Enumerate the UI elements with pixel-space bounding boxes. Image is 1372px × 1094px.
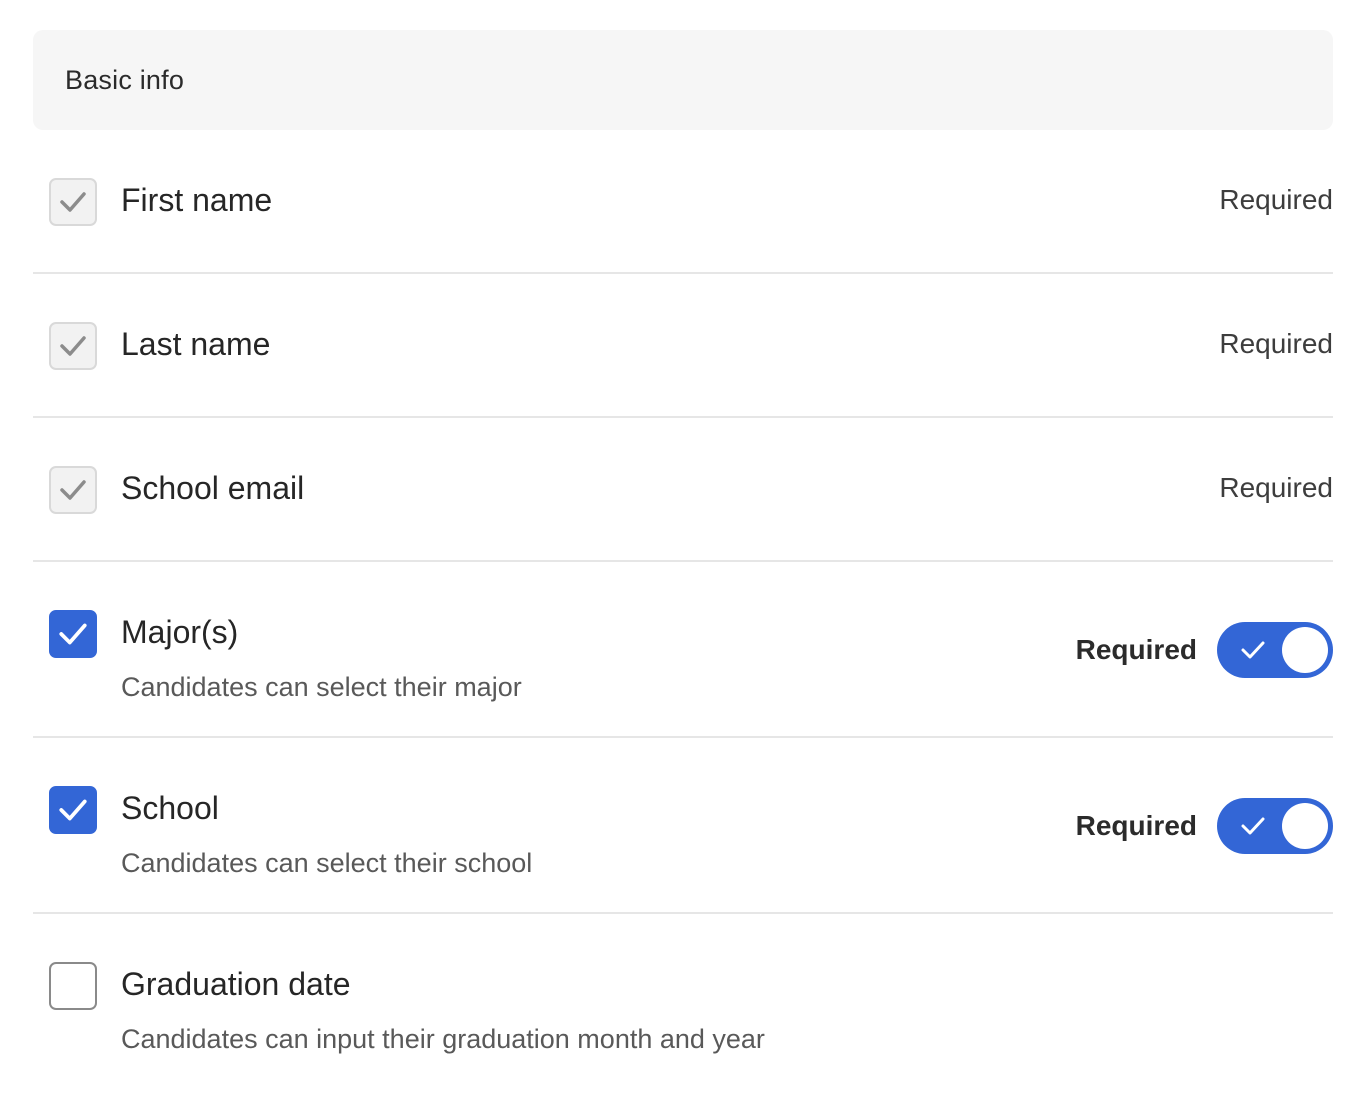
school-checkbox[interactable] <box>49 786 97 834</box>
checkmark-icon <box>60 336 86 356</box>
checkmark-icon <box>59 799 87 821</box>
required-text: Required <box>1219 472 1333 503</box>
field-row-school-email: School email Required <box>33 418 1333 562</box>
field-label: Graduation date <box>121 966 351 1002</box>
basic-info-panel: Basic info First name Required Last name… <box>33 30 1333 1094</box>
required-text: Required <box>1219 184 1333 215</box>
field-row-school: School Candidates can select their schoo… <box>33 738 1333 914</box>
toggle-knob <box>1282 627 1328 673</box>
section-title: Basic info <box>65 64 185 95</box>
school-required-toggle[interactable] <box>1217 798 1333 854</box>
check-icon <box>1241 817 1265 835</box>
field-description: Candidates can select their major <box>121 672 522 702</box>
last-name-checkbox <box>49 322 97 370</box>
field-label: School <box>121 790 219 826</box>
checkmark-icon <box>60 480 86 500</box>
required-label: Required <box>1075 810 1197 841</box>
school-email-checkbox <box>49 466 97 514</box>
field-description: Candidates can select their school <box>121 848 533 878</box>
field-label: School email <box>121 470 305 506</box>
field-row-graduation-date: Graduation date Candidates can input the… <box>33 914 1333 1094</box>
checkmark-icon <box>59 623 87 645</box>
majors-required-toggle[interactable] <box>1217 622 1333 678</box>
field-row-majors: Major(s) Candidates can select their maj… <box>33 562 1333 738</box>
field-label: Major(s) <box>121 614 239 650</box>
majors-checkbox[interactable] <box>49 610 97 658</box>
field-label: Last name <box>121 326 271 362</box>
required-text: Required <box>1219 328 1333 359</box>
first-name-checkbox <box>49 178 97 226</box>
field-label: First name <box>121 182 273 218</box>
required-control: Required <box>1076 798 1333 854</box>
check-icon <box>1241 641 1265 659</box>
section-header: Basic info <box>33 30 1333 130</box>
required-control: Required <box>1076 622 1333 678</box>
graduation-date-checkbox[interactable] <box>49 962 97 1010</box>
toggle-knob <box>1282 803 1328 849</box>
field-row-first-name: First name Required <box>33 130 1333 274</box>
field-row-last-name: Last name Required <box>33 274 1333 418</box>
field-description: Candidates can input their graduation mo… <box>121 1024 765 1054</box>
checkmark-icon <box>60 192 86 212</box>
required-label: Required <box>1075 634 1197 665</box>
